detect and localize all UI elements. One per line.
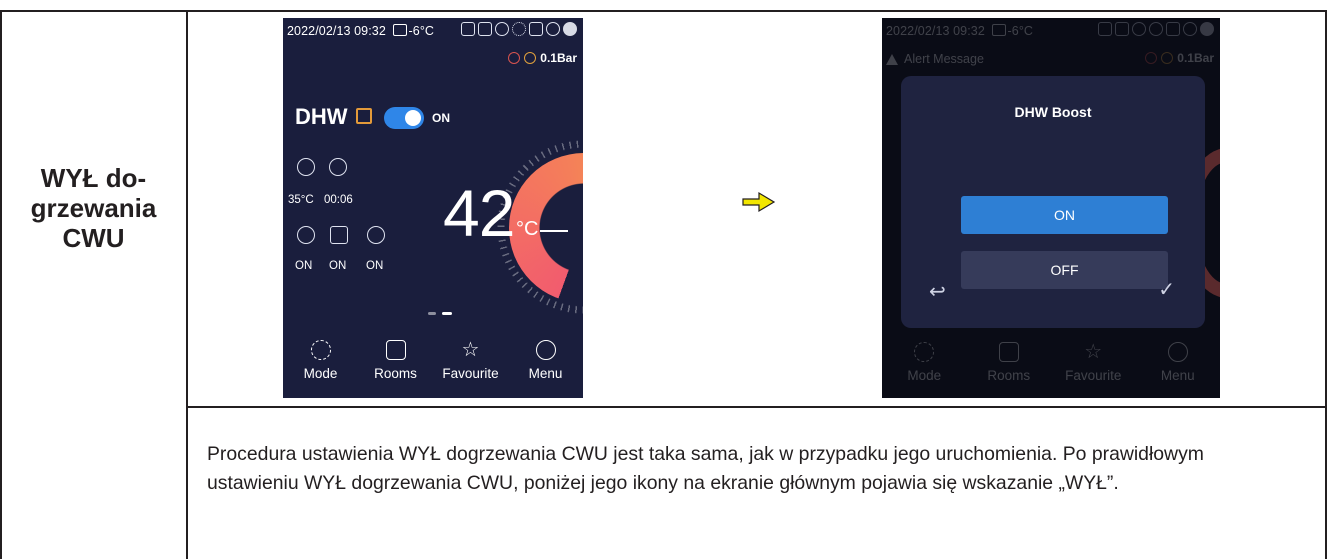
dhw-main-screen: 2022/02/13 09:32 -6°C 0.1Bar DHW ON 35°C… <box>283 18 583 398</box>
menu-icon <box>1167 342 1188 362</box>
calendar-icon <box>1098 22 1112 36</box>
row-heading: WYŁ do- grzewania CWU <box>30 163 157 253</box>
page-title: DHW <box>295 104 348 129</box>
fault-icon <box>508 52 521 64</box>
mode-icon <box>914 342 935 362</box>
nav-label: Rooms <box>374 366 417 381</box>
nav-label: Mode <box>907 368 942 383</box>
nav-rooms[interactable]: Rooms <box>361 336 431 398</box>
compressor-icon <box>546 22 560 36</box>
pressure-indicator: 0.1Bar <box>508 51 577 65</box>
confirm-check-icon[interactable]: ✓ <box>1158 277 1175 302</box>
schedule-state: ON <box>295 260 313 272</box>
nav-menu: Menu <box>1143 338 1213 398</box>
menu-icon <box>535 340 556 360</box>
disinfect-state: ON <box>366 260 384 272</box>
boost-on-button[interactable]: ON <box>961 196 1168 234</box>
boost-off-button[interactable]: OFF <box>961 251 1168 289</box>
temperature-unit: °C <box>516 218 539 240</box>
chevron-down-icon <box>1200 22 1214 36</box>
alert-banner: Alert Message <box>886 52 984 66</box>
status-icons <box>461 22 577 36</box>
calendar-icon <box>461 22 475 36</box>
page-dot-active <box>442 312 452 315</box>
pump-icon <box>495 22 509 36</box>
description-text: Procedura ustawienia WYŁ dogrzewania CWU… <box>207 443 1204 494</box>
nav-menu[interactable]: Menu <box>511 336 581 398</box>
schedule-7-24-icon[interactable] <box>297 226 315 244</box>
temperature-value: 42 <box>443 176 515 250</box>
pressure-text: 0.1Bar <box>1177 51 1214 65</box>
table-border-top <box>0 10 1327 12</box>
page-dot <box>428 312 436 315</box>
mode-icon <box>310 340 331 360</box>
row-divider <box>186 406 1327 408</box>
dialog-title: DHW Boost <box>1014 104 1092 120</box>
sun-icon <box>1149 22 1163 36</box>
pwm-icon <box>478 22 492 36</box>
dial-pointer <box>540 230 568 232</box>
next-step-arrow-icon <box>742 191 776 213</box>
timer-icon <box>329 158 347 176</box>
bottom-nav: Mode Rooms ☆ Favourite Menu <box>882 338 1220 398</box>
status-icons <box>1098 22 1214 36</box>
pressure-indicator: 0.1Bar <box>1145 51 1214 65</box>
toggle-state-label: ON <box>432 111 450 125</box>
favourite-icon: ☆ <box>1084 341 1103 363</box>
datetime-text: 2022/02/13 09:32 <box>287 24 386 38</box>
nav-label: Menu <box>528 366 563 381</box>
nav-rooms: Rooms <box>974 338 1044 398</box>
back-icon[interactable]: ↩ <box>929 279 946 304</box>
nav-favourite: ☆ Favourite <box>1058 338 1128 398</box>
timer-value: 00:06 <box>324 194 353 206</box>
outdoor-unit-icon <box>392 24 407 36</box>
rooms-icon <box>998 342 1019 362</box>
compressor-icon <box>1183 22 1197 36</box>
heater-icon <box>1166 22 1180 36</box>
outdoor-temp-text: -6°C <box>408 24 435 38</box>
nav-favourite[interactable]: ☆ Favourite <box>436 336 506 398</box>
chevron-down-icon[interactable] <box>563 22 577 36</box>
bottom-nav: Mode Rooms ☆ Favourite Menu <box>283 336 583 398</box>
dhw-boost-dialog-screen: 2022/02/13 09:32 -6°C Alert Message 0.1B… <box>882 18 1220 398</box>
status-bar-datetime: 2022/02/13 09:32 -6°C <box>287 24 434 38</box>
nav-label: Favourite <box>1065 368 1122 383</box>
outdoor-unit-icon <box>991 24 1006 36</box>
nav-mode: Mode <box>889 338 959 398</box>
pressure-gauge-icon <box>1161 52 1174 64</box>
pump-icon <box>1132 22 1146 36</box>
datetime-text: 2022/02/13 09:32 <box>886 24 985 38</box>
pressure-gauge-icon <box>524 52 537 64</box>
boost-state: ON <box>329 260 347 272</box>
rooms-icon <box>385 340 406 360</box>
nav-label: Favourite <box>442 366 499 381</box>
nav-mode[interactable]: Mode <box>286 336 356 398</box>
gauge-icon <box>297 158 315 176</box>
pressure-text: 0.1Bar <box>540 51 577 65</box>
alert-text: Alert Message <box>904 52 984 66</box>
row-heading-cell: WYŁ do- grzewania CWU <box>0 10 187 406</box>
sun-icon <box>512 22 526 36</box>
warning-icon <box>886 53 898 65</box>
fault-icon <box>1145 52 1158 64</box>
nav-label: Menu <box>1160 368 1195 383</box>
dhw-toggle[interactable] <box>384 107 424 129</box>
disinfect-icon[interactable] <box>367 226 385 244</box>
target-temp-value: 35°C <box>288 194 314 206</box>
pwm-icon <box>1115 22 1129 36</box>
nav-label: Rooms <box>987 368 1031 383</box>
favourite-icon: ☆ <box>461 339 480 361</box>
outdoor-temp-text: -6°C <box>1007 24 1034 38</box>
status-bar-datetime: 2022/02/13 09:32 -6°C <box>886 24 1033 38</box>
heater-icon <box>529 22 543 36</box>
heater-boost-icon[interactable] <box>330 226 348 244</box>
water-heater-icon <box>356 108 372 124</box>
dhw-boost-dialog: DHW Boost ON OFF ↩ ✓ <box>901 76 1205 328</box>
nav-label: Mode <box>303 366 338 381</box>
